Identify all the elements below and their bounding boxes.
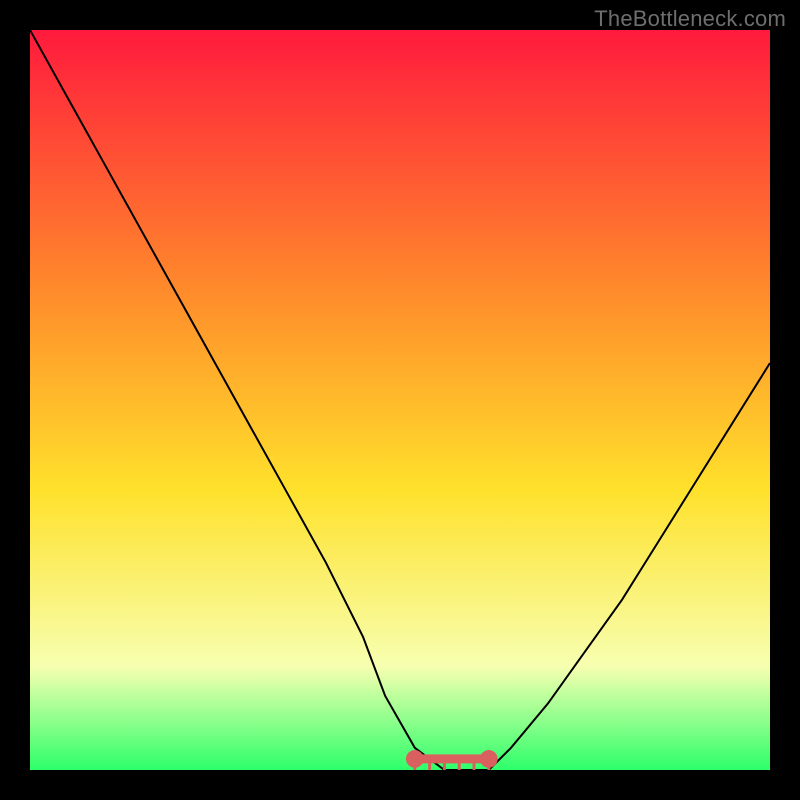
plot-area	[30, 30, 770, 770]
chart-container: TheBottleneck.com	[0, 0, 800, 800]
watermark-text: TheBottleneck.com	[594, 6, 786, 32]
gradient-background	[30, 30, 770, 770]
chart-svg	[30, 30, 770, 770]
